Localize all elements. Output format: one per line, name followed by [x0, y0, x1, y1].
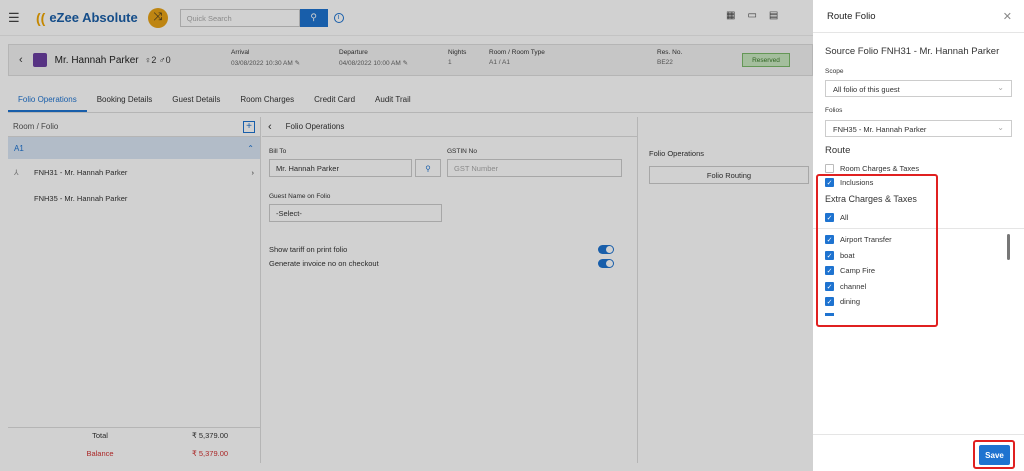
save-button[interactable]: Save — [979, 445, 1010, 465]
folios-label: Folios — [825, 107, 843, 114]
scope-select[interactable]: All folio of this guest ⌄ — [825, 80, 1012, 97]
source-folio-heading: Source Folio FNH31 - Mr. Hannah Parker — [825, 46, 1000, 57]
drawer-title: Route Folio — [827, 11, 876, 22]
chevron-down-icon: ⌄ — [997, 83, 1004, 92]
modal-overlay-top — [0, 0, 813, 36]
scrollbar[interactable] — [1007, 234, 1010, 260]
folios-select[interactable]: FNH35 - Mr. Hannah Parker ⌄ — [825, 120, 1012, 137]
close-icon[interactable]: ✕ — [1003, 10, 1012, 23]
chevron-down-icon: ⌄ — [997, 123, 1004, 132]
divider — [813, 32, 1024, 33]
modal-overlay — [0, 36, 813, 471]
checkbox-icon — [825, 164, 834, 173]
room-charges-checkbox[interactable]: Room Charges & Taxes — [825, 164, 919, 173]
scope-label: Scope — [825, 68, 844, 75]
highlight-box — [816, 174, 938, 327]
route-heading: Route — [825, 145, 851, 156]
